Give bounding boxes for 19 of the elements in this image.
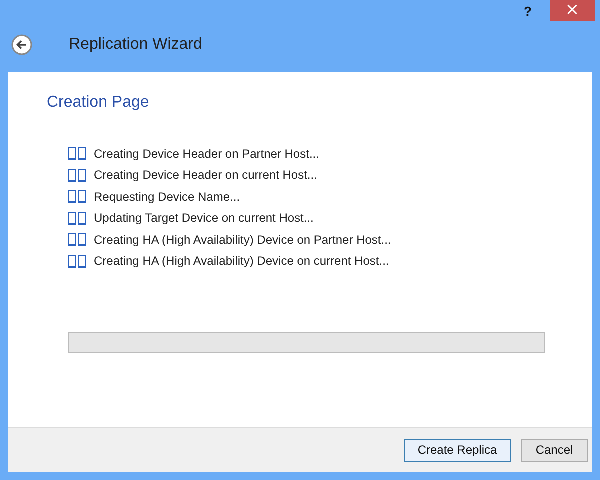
close-button[interactable]: × — [550, 0, 595, 21]
page-heading: Creation Page — [47, 94, 150, 112]
cancel-button[interactable]: Cancel — [521, 438, 588, 462]
placeholder-glyph-icon — [68, 190, 87, 204]
create-replica-button[interactable]: Create Replica — [404, 438, 511, 462]
back-icon[interactable] — [11, 34, 33, 56]
step-text: Creating HA (High Availability) Device on current Host... — [94, 254, 390, 268]
window-title: Replication Wizard — [69, 36, 202, 54]
placeholder-glyph-icon — [68, 233, 87, 246]
placeholder-glyph-icon — [68, 147, 87, 160]
step-text: Creating HA (High Availability) Device on Partner Host... — [94, 232, 392, 247]
step-text: Creating Device Header on current Host... — [94, 168, 318, 182]
step-text: Updating Target Device on current Host... — [94, 211, 314, 226]
placeholder-glyph-icon — [68, 254, 87, 268]
step-text: Creating Device Header on Partner Host... — [94, 146, 320, 161]
placeholder-glyph-icon — [68, 212, 87, 225]
placeholder-glyph-icon — [68, 168, 87, 182]
step-text: Requesting Device Name... — [94, 190, 240, 204]
help-button[interactable]: ? — [524, 4, 532, 19]
